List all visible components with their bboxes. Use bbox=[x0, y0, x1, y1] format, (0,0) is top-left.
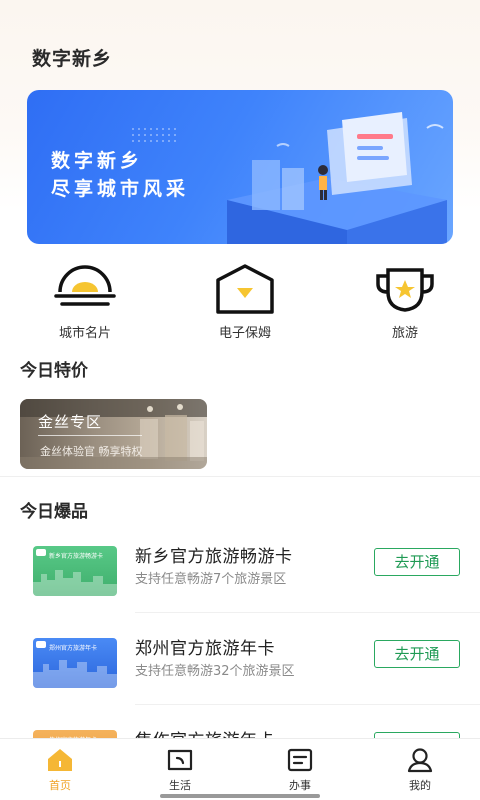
product-name: 郑州官方旅游年卡 bbox=[135, 639, 275, 659]
bottom-tab-bar: 首页 生活 办事 我的 bbox=[0, 738, 480, 800]
special-card-subtitle: 金丝体验官 畅享特权 bbox=[40, 445, 143, 458]
tab-home[interactable]: 首页 bbox=[0, 747, 120, 793]
trophy-star-icon bbox=[376, 268, 434, 312]
quick-link-label: 城市名片 bbox=[58, 326, 111, 341]
product-name: 新乡官方旅游畅游卡 bbox=[135, 547, 293, 567]
banner-subheadline: 尽享城市风采 bbox=[51, 178, 190, 200]
product-card-text: 郑州官方旅游年卡 bbox=[49, 645, 98, 652]
quick-link-e-nanny[interactable]: 电子保姆 bbox=[185, 262, 305, 341]
quick-link-label: 电子保姆 bbox=[218, 326, 271, 341]
list-item[interactable]: 新乡官方旅游畅游卡 新乡官方旅游畅游卡 支持任意畅游7个旅游景区 去开通 bbox=[0, 538, 480, 618]
product-card-image: 新乡官方旅游畅游卡 bbox=[33, 546, 117, 596]
activate-button[interactable]: 去开通 bbox=[374, 640, 460, 668]
home-icon bbox=[48, 749, 72, 771]
special-card-divider bbox=[38, 435, 142, 436]
special-card-gold[interactable]: 金丝专区 金丝体验官 畅享特权 bbox=[20, 399, 207, 469]
home-indicator bbox=[160, 794, 320, 798]
tab-label: 首页 bbox=[49, 779, 71, 792]
tab-life[interactable]: 生活 bbox=[120, 747, 240, 793]
special-card-title: 金丝专区 bbox=[38, 413, 103, 431]
hero-banner[interactable]: 数字新乡 尽享城市风采 bbox=[27, 90, 453, 244]
tab-affairs[interactable]: 办事 bbox=[240, 747, 360, 793]
sunrise-icon bbox=[54, 265, 116, 306]
tab-profile[interactable]: 我的 bbox=[360, 747, 480, 793]
tab-label: 我的 bbox=[409, 779, 431, 792]
affairs-icon bbox=[287, 748, 313, 772]
tab-label: 办事 bbox=[289, 779, 311, 792]
row-divider bbox=[135, 704, 480, 705]
life-icon bbox=[167, 749, 193, 771]
quick-link-travel[interactable]: 旅游 bbox=[345, 262, 465, 341]
section-title-today-special: 今日特价 bbox=[20, 361, 88, 381]
quick-link-label: 旅游 bbox=[391, 326, 418, 341]
quick-link-city-card[interactable]: 城市名片 bbox=[25, 262, 145, 341]
section-title-today-hot: 今日爆品 bbox=[20, 502, 88, 522]
product-card-text: 新乡官方旅游畅游卡 bbox=[49, 553, 104, 560]
product-card-image: 郑州官方旅游年卡 bbox=[33, 638, 117, 688]
list-item[interactable]: 郑州官方旅游年卡 郑州官方旅游年卡 支持任意畅游32个旅游景区 去开通 bbox=[0, 630, 480, 710]
section-divider bbox=[0, 476, 480, 477]
product-desc: 支持任意畅游7个旅游景区 bbox=[135, 572, 287, 587]
row-divider bbox=[135, 612, 480, 613]
product-desc: 支持任意畅游32个旅游景区 bbox=[135, 664, 295, 679]
tab-label: 生活 bbox=[169, 779, 191, 792]
page-title: 数字新乡 bbox=[32, 48, 113, 70]
banner-headline: 数字新乡 bbox=[51, 150, 144, 172]
activate-button[interactable]: 去开通 bbox=[374, 548, 460, 576]
home-heart-icon bbox=[216, 264, 274, 314]
profile-icon bbox=[407, 748, 433, 773]
